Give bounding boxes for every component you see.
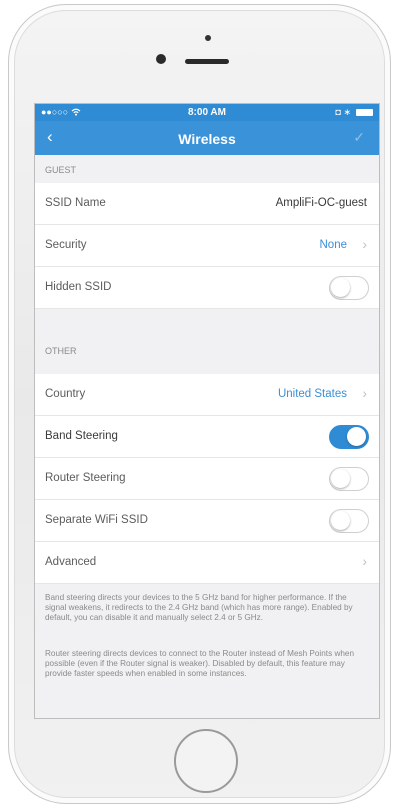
status-right-icons: ◘ ∗ (336, 107, 373, 118)
checkmark-icon[interactable]: ✓ (353, 129, 365, 146)
separate-wifi-ssid-row: Separate WiFi SSID (35, 500, 379, 542)
toggle-knob (331, 469, 350, 488)
separate-wifi-ssid-label: Separate WiFi SSID (45, 514, 148, 526)
section-header-other-label: OTHER (45, 346, 77, 356)
band-steering-row: Band Steering (35, 416, 379, 458)
front-camera (156, 54, 166, 64)
advanced-row[interactable]: Advanced › (35, 542, 379, 584)
router-steering-description: Router steering directs devices to conne… (45, 649, 355, 679)
chevron-right-icon: › (362, 385, 367, 401)
ssid-name-field[interactable]: AmpliFi-OC-guest (276, 197, 367, 209)
band-steering-toggle[interactable] (329, 425, 369, 449)
earpiece-speaker (185, 59, 229, 64)
home-button[interactable] (174, 729, 238, 793)
navigation-bar: ‹ Wireless ✓ (35, 121, 379, 155)
toggle-knob (331, 511, 350, 530)
ssid-name-label: SSID Name (45, 197, 106, 209)
page-title: Wireless (178, 131, 236, 147)
section-header-other: OTHER (35, 336, 379, 364)
country-label: Country (45, 388, 86, 400)
battery-icon (356, 109, 373, 116)
separate-wifi-ssid-toggle[interactable] (329, 509, 369, 533)
router-steering-toggle[interactable] (329, 467, 369, 491)
chevron-right-icon: › (362, 236, 367, 252)
chevron-right-icon: › (362, 553, 367, 569)
band-steering-description: Band steering directs your devices to th… (45, 593, 353, 623)
status-time: 8:00 AM (188, 107, 226, 118)
alarm-bluetooth-icons: ◘ ∗ (335, 107, 351, 117)
app-screen: ●●○○○ 8:00 AM ◘ ∗ ‹ Wireless ✓ GUEST SSI… (34, 103, 380, 719)
toggle-knob (347, 427, 366, 446)
status-bar: ●●○○○ 8:00 AM ◘ ∗ (35, 104, 379, 121)
proximity-sensor (205, 35, 211, 41)
security-label: Security (45, 239, 87, 251)
router-steering-label: Router Steering (45, 472, 126, 484)
section-header-guest-label: GUEST (45, 165, 77, 175)
hidden-ssid-row: Hidden SSID (35, 267, 379, 309)
band-steering-label: Band Steering (45, 430, 118, 442)
ssid-name-row[interactable]: SSID Name AmpliFi-OC-guest (35, 183, 379, 225)
section-header-guest: GUEST (35, 155, 379, 183)
hidden-ssid-toggle[interactable] (329, 276, 369, 300)
router-steering-row: Router Steering (35, 458, 379, 500)
country-value: United States (277, 388, 347, 400)
security-value: None (319, 239, 348, 251)
country-row[interactable]: Country United States › (35, 374, 379, 416)
hidden-ssid-label: Hidden SSID (45, 281, 112, 293)
security-row[interactable]: Security None › (35, 225, 379, 267)
toggle-knob (331, 278, 350, 297)
advanced-label: Advanced (45, 556, 97, 568)
